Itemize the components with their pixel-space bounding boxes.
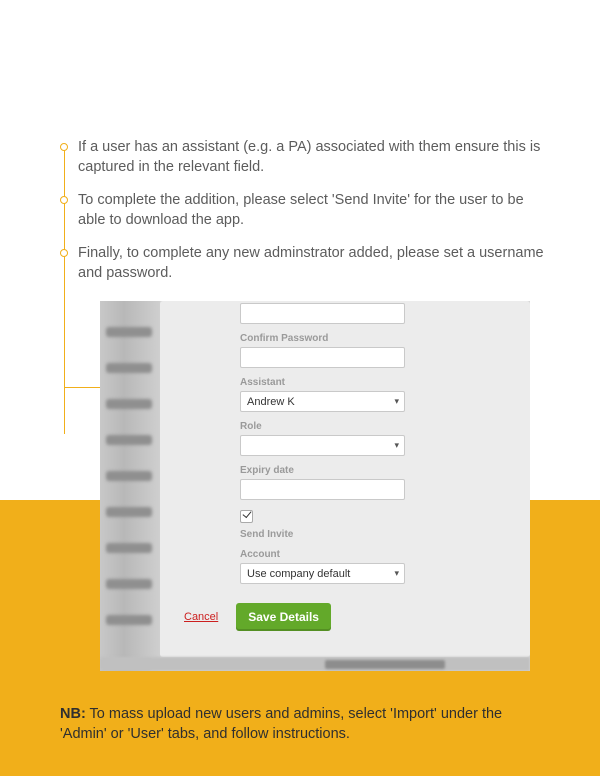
role-select[interactable]: ▾ — [240, 435, 405, 456]
blurred-row — [106, 543, 152, 553]
expiry-label: Expiry date — [240, 465, 500, 476]
account-value: Use company default — [247, 568, 350, 580]
confirm-password-label: Confirm Password — [240, 333, 500, 344]
nb-text: To mass upload new users and admins, sel… — [60, 706, 502, 742]
bullet-icon — [60, 143, 68, 151]
blurred-row — [106, 471, 152, 481]
confirm-password-field[interactable] — [240, 347, 405, 368]
send-invite-checkbox[interactable] — [240, 510, 253, 523]
blurred-row — [106, 615, 152, 625]
list-item: If a user has an assistant (e.g. a PA) a… — [60, 138, 552, 177]
bullet-text: If a user has an assistant (e.g. a PA) a… — [78, 138, 552, 177]
list-item: To complete the addition, please select … — [60, 191, 552, 230]
chevron-down-icon: ▾ — [394, 396, 399, 407]
list-item: Finally, to complete any new adminstrato… — [60, 244, 552, 283]
assistant-select[interactable]: Andrew K ▾ — [240, 391, 405, 412]
blurred-sidebar — [100, 301, 160, 671]
bullet-icon — [60, 196, 68, 204]
account-select[interactable]: Use company default ▾ — [240, 563, 405, 584]
expiry-field[interactable] — [240, 479, 405, 500]
screenshot-panel: Confirm Password Assistant Andrew K ▾ Ro… — [100, 301, 530, 671]
bullet-icon — [60, 249, 68, 257]
user-form: Confirm Password Assistant Andrew K ▾ Ro… — [240, 303, 500, 584]
blurred-row — [106, 435, 152, 445]
blurred-footer — [100, 657, 530, 671]
account-label: Account — [240, 549, 500, 560]
assistant-label: Assistant — [240, 377, 500, 388]
blurred-row — [106, 327, 152, 337]
blurred-row — [106, 507, 152, 517]
send-invite-label: Send Invite — [240, 529, 500, 540]
save-button[interactable]: Save Details — [236, 603, 331, 631]
chevron-down-icon: ▾ — [394, 568, 399, 579]
bullet-text: To complete the addition, please select … — [78, 191, 552, 230]
chevron-down-icon: ▾ — [394, 440, 399, 451]
form-panel: Confirm Password Assistant Andrew K ▾ Ro… — [160, 301, 530, 657]
blurred-text — [325, 660, 445, 669]
blurred-row — [106, 579, 152, 589]
blurred-row — [106, 363, 152, 373]
role-label: Role — [240, 421, 500, 432]
nb-prefix: NB: — [60, 706, 86, 722]
instruction-list: If a user has an assistant (e.g. a PA) a… — [60, 138, 552, 297]
blank-input[interactable] — [240, 303, 405, 324]
nb-note: NB: To mass upload new users and admins,… — [60, 704, 550, 745]
cancel-button[interactable]: Cancel — [184, 611, 218, 623]
bullet-text: Finally, to complete any new adminstrato… — [78, 244, 552, 283]
blurred-row — [106, 399, 152, 409]
form-footer: Cancel Save Details — [184, 603, 331, 631]
assistant-value: Andrew K — [247, 396, 295, 408]
